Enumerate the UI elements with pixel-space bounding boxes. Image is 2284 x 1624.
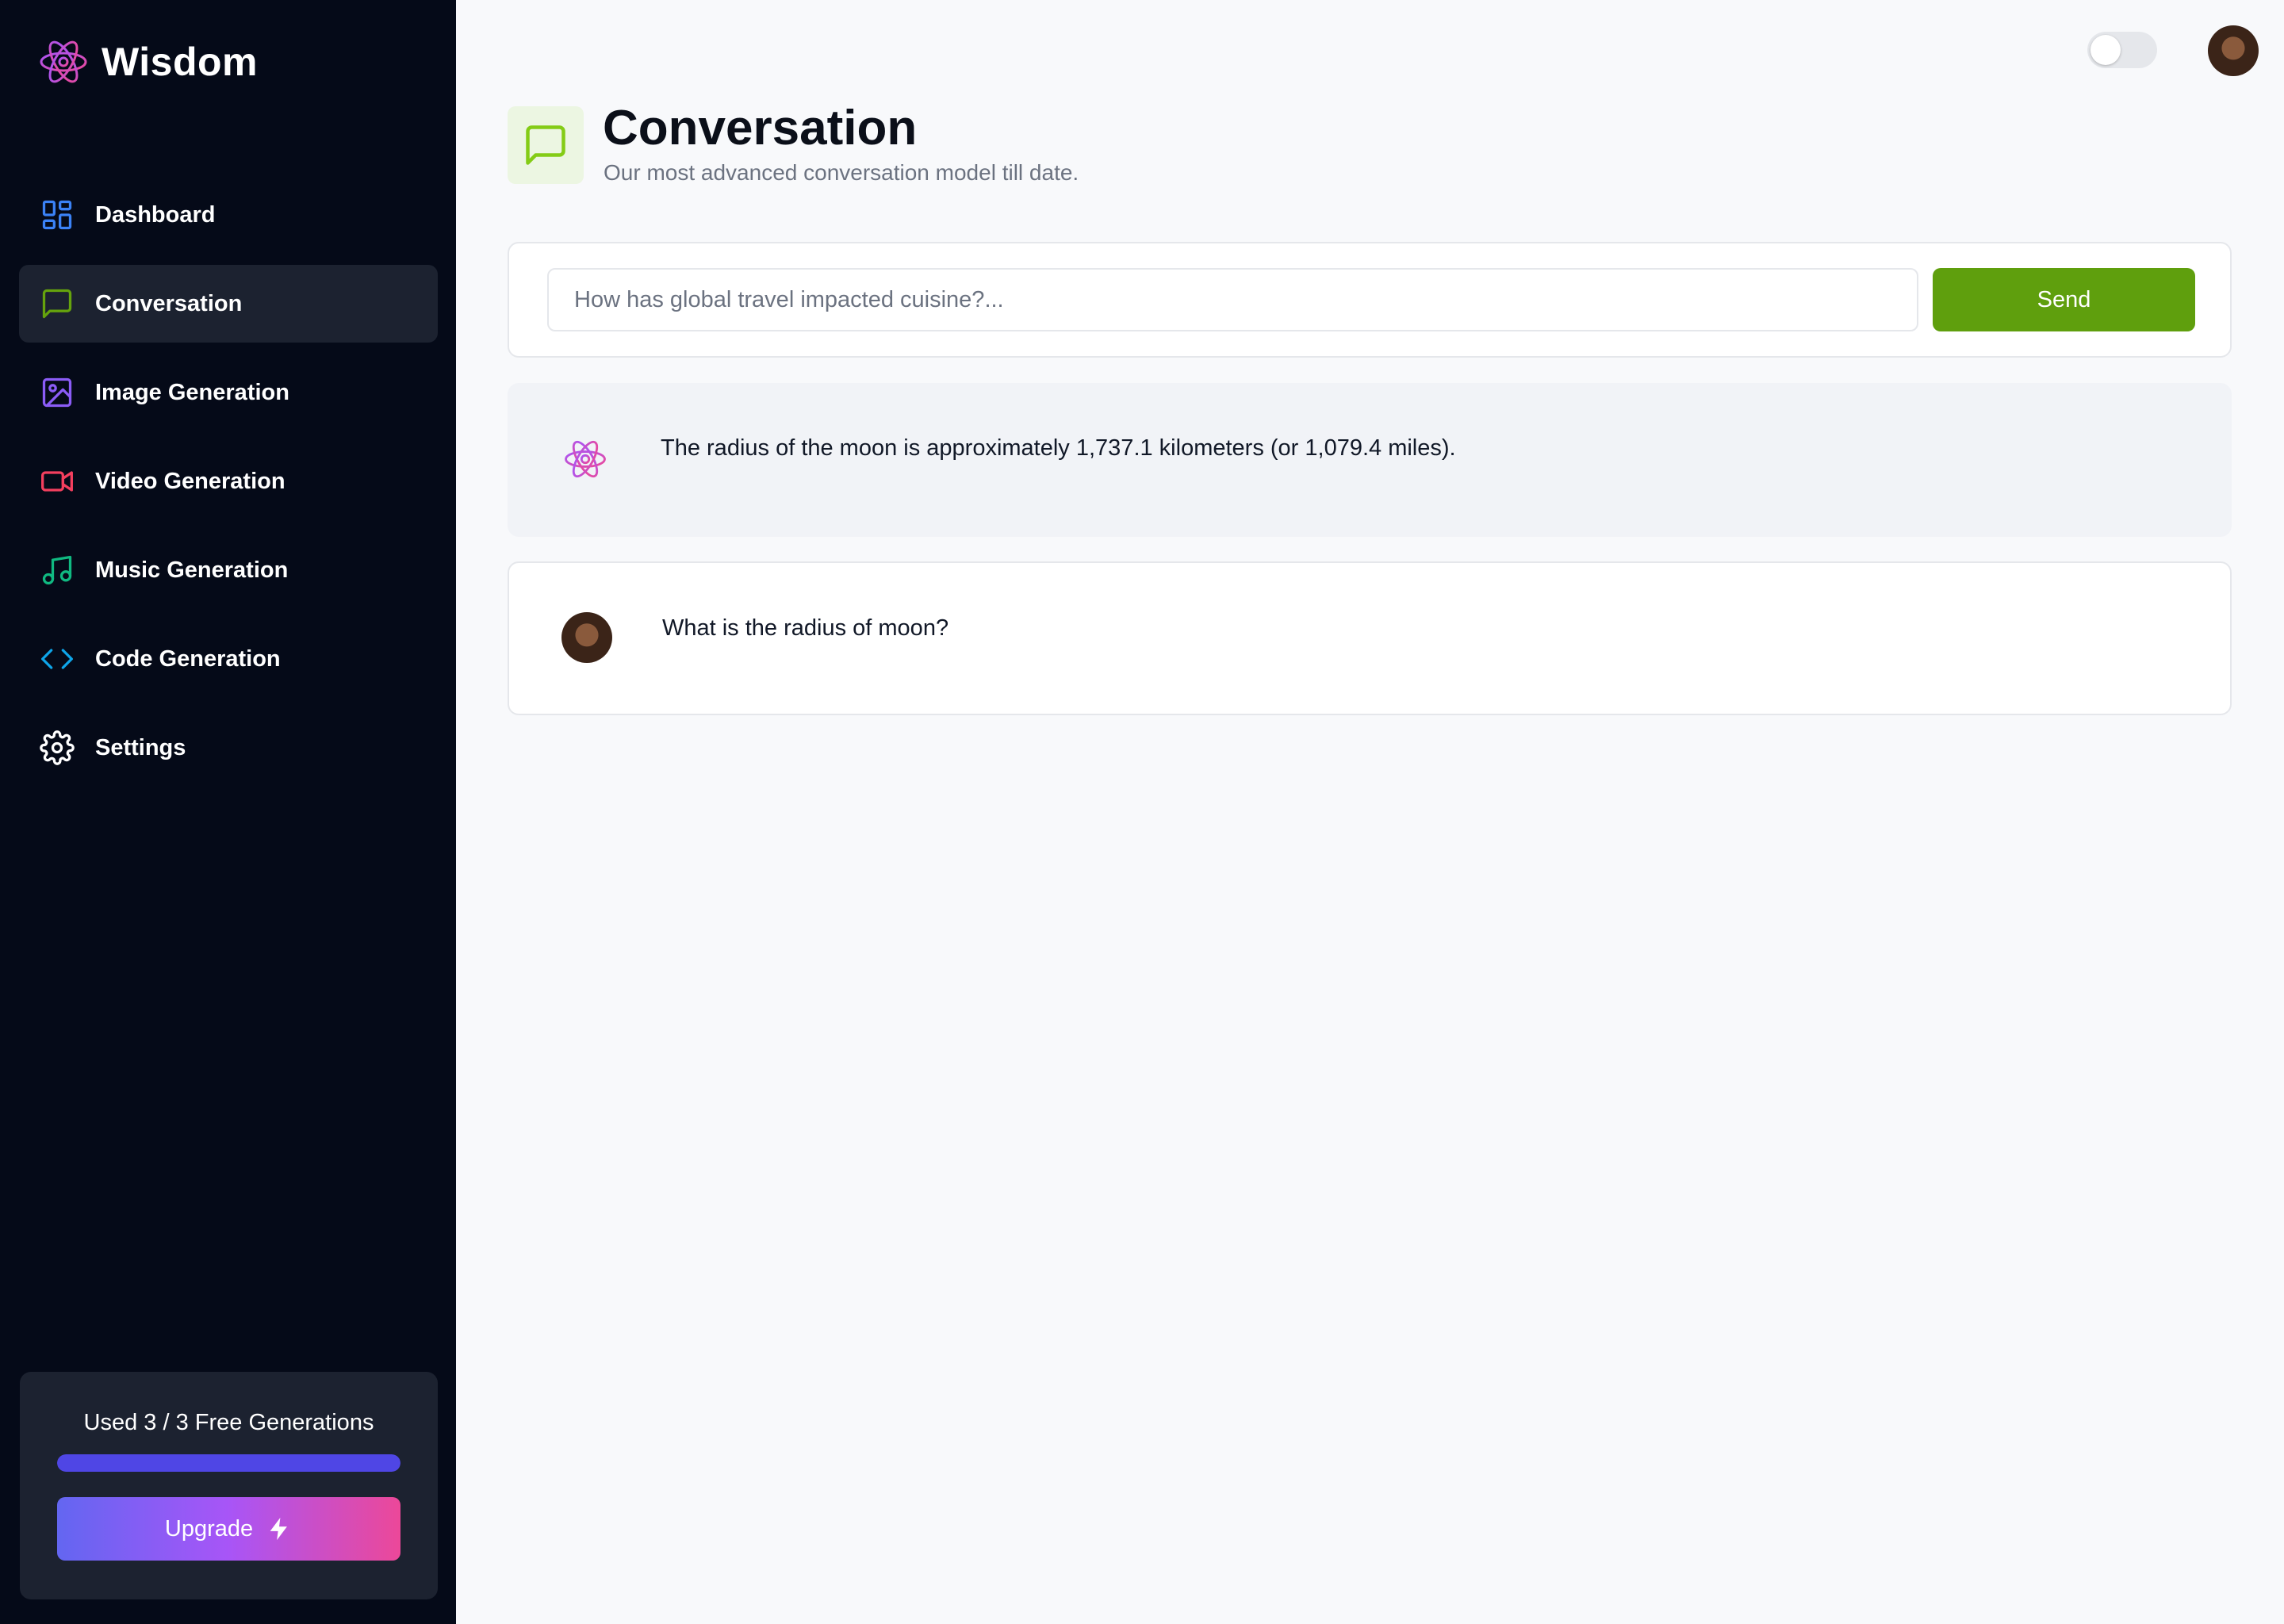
video-icon: [41, 471, 73, 492]
prompt-input[interactable]: [547, 268, 1918, 331]
gear-icon: [40, 730, 75, 765]
conversation-header-icon: [508, 106, 584, 184]
sidebar-item-label: Settings: [95, 734, 186, 760]
page-title: Conversation: [603, 101, 918, 155]
sidebar-item-music-generation[interactable]: Music Generation: [19, 531, 438, 609]
image-icon: [42, 377, 72, 408]
sidebar-item-label: Conversation: [95, 290, 243, 316]
sidebar-item-label: Image Generation: [95, 379, 289, 405]
user-message: What is the radius of moon?: [508, 561, 2232, 715]
sidebar-item-label: Dashboard: [95, 201, 216, 228]
theme-toggle-knob: [2090, 35, 2121, 65]
send-button[interactable]: Send: [1933, 268, 2195, 331]
music-icon: [42, 555, 72, 585]
code-icon: [41, 649, 73, 669]
message-text: What is the radius of moon?: [662, 615, 949, 641]
user-avatar[interactable]: [2208, 25, 2259, 76]
message-square-icon: [42, 289, 72, 319]
usage-progress-bar: [57, 1454, 400, 1472]
bot-message: The radius of the moon is approximately …: [508, 383, 2232, 537]
sidebar-item-code-generation[interactable]: Code Generation: [19, 620, 438, 698]
brand-name: Wisdom: [102, 40, 258, 84]
usage-card: Used 3 / 3 Free Generations Upgrade: [20, 1372, 438, 1599]
sidebar-item-label: Music Generation: [95, 557, 289, 583]
theme-toggle[interactable]: [2087, 32, 2157, 68]
usage-progress-fill: [57, 1454, 400, 1472]
usage-text: Used 3 / 3 Free Generations: [83, 1410, 374, 1435]
lightning-icon: [270, 1517, 288, 1541]
atom-logo-icon: [40, 40, 87, 83]
sidebar-item-label: Code Generation: [95, 645, 281, 672]
upgrade-button[interactable]: Upgrade: [57, 1497, 400, 1561]
page-subtitle: Our most advanced conversation model til…: [604, 160, 1079, 185]
sidebar-nav: Dashboard Conversation Image Generation …: [19, 176, 438, 798]
upgrade-button-label: Upgrade: [164, 1515, 254, 1542]
sidebar-item-video-generation[interactable]: Video Generation: [19, 442, 438, 520]
prompt-form: Send: [508, 242, 2232, 358]
sidebar-item-dashboard[interactable]: Dashboard: [19, 176, 438, 254]
sidebar-item-conversation[interactable]: Conversation: [19, 265, 438, 343]
message-square-icon: [526, 125, 565, 165]
sidebar-item-settings[interactable]: Settings: [19, 709, 438, 787]
avatar: [561, 612, 612, 663]
sidebar: Wisdom Dashboard Conversation Image Gene…: [0, 0, 456, 1624]
message-text: The radius of the moon is approximately …: [661, 435, 1456, 461]
dashboard-icon: [42, 200, 72, 230]
sidebar-item-label: Video Generation: [95, 468, 286, 494]
sidebar-item-image-generation[interactable]: Image Generation: [19, 354, 438, 431]
brand-logo[interactable]: Wisdom: [38, 35, 258, 89]
atom-logo-icon: [565, 440, 606, 478]
